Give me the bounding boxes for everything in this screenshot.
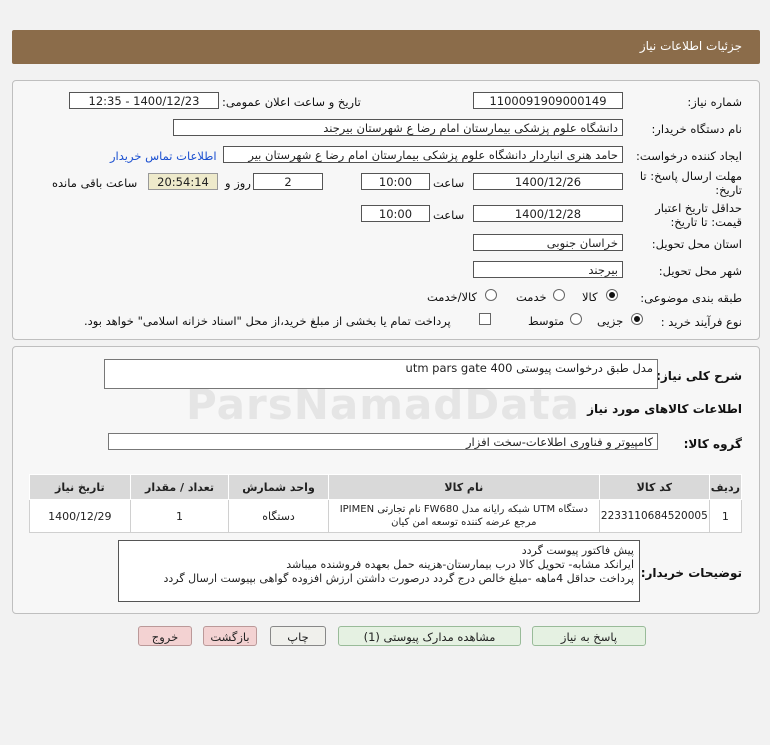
creator-field: حامد هنری انباردار دانشگاه علوم پزشکی بی… <box>223 146 623 163</box>
category-option-goods-service: کالا/خدمت <box>427 290 478 304</box>
process-option-medium: متوسط <box>528 314 565 328</box>
city-field: بیرجند <box>473 261 623 278</box>
validity-label-line2: قیمت: تا تاریخ: <box>670 215 742 229</box>
days-field: 2 <box>253 173 323 190</box>
deadline-time-field: 10:00 <box>361 173 430 190</box>
buyer-field: دانشگاه علوم پزشکی بیمارستان امام رضا ع … <box>173 119 623 136</box>
col-name: نام کالا <box>327 474 600 500</box>
announce-label: تاریخ و ساعت اعلان عمومی: <box>222 95 361 109</box>
reply-button[interactable]: پاسخ به نیاز <box>532 626 646 646</box>
deadline-date-field: 1400/12/26 <box>473 173 623 190</box>
need-number-field: 1100091909000149 <box>473 92 623 109</box>
process-radio-minor[interactable] <box>631 313 643 325</box>
back-button[interactable]: بازگشت <box>203 626 257 646</box>
remaining-time-field: 20:54:14 <box>148 173 218 190</box>
validity-time-label: ساعت <box>433 208 465 222</box>
print-button[interactable]: چاپ <box>270 626 326 646</box>
page-header: جزئیات اطلاعات نیاز <box>12 30 760 64</box>
cell-qty: 1 <box>129 499 230 533</box>
province-label: استان محل تحویل: <box>651 237 742 251</box>
col-unit: واحد شمارش <box>228 474 329 500</box>
validity-label: حداقل تاریخ اعتبار قیمت: تا تاریخ: <box>655 201 742 229</box>
cell-code: 2233110684520005 <box>598 499 710 533</box>
buyer-note-line: پیش فاکتور پیوست گردد <box>521 544 634 557</box>
deadline-label-line2: تاریخ: <box>715 183 742 197</box>
validity-date-field: 1400/12/28 <box>473 205 623 222</box>
col-code: کد کالا <box>598 474 710 500</box>
validity-label-line1: حداقل تاریخ اعتبار <box>655 201 742 215</box>
summary-field: مدل طبق درخواست پیوستی utm pars gate 400 <box>104 359 658 389</box>
buyer-note-line: پرداخت حداقل 4ماهه -مبلغ خالص درج گردد د… <box>163 572 635 585</box>
goods-info-title: اطلاعات کالاهای مورد نیاز <box>587 402 742 416</box>
page-title: جزئیات اطلاعات نیاز <box>639 39 742 53</box>
announce-field: 1400/12/23 - 12:35 <box>69 92 219 109</box>
treasury-note: پرداخت تمام یا بخشی از مبلغ خرید،از محل … <box>84 314 451 328</box>
category-label: طبقه بندی موضوعی: <box>640 291 742 305</box>
category-option-service: خدمت <box>516 290 547 304</box>
need-number-label: شماره نیاز: <box>687 95 742 109</box>
deadline-label-line1: مهلت ارسال پاسخ: تا <box>639 169 742 183</box>
summary-label: شرح کلی نیاز: <box>656 369 742 383</box>
process-radio-medium[interactable] <box>570 313 582 325</box>
goods-table-header: ردیف کد کالا نام کالا واحد شمارش تعداد /… <box>29 474 743 500</box>
days-label: روز و <box>225 176 251 190</box>
cell-name: دستگاه UTM شبکه رایانه مدل FW680 نام تجا… <box>327 499 600 533</box>
category-option-goods: کالا <box>582 290 598 304</box>
buyer-label: نام دستگاه خریدار: <box>651 122 742 136</box>
buyer-notes-box: پیش فاکتور پیوست گردد ایرانکد مشابه- تحو… <box>118 540 640 602</box>
view-attachments-button[interactable]: مشاهده مدارک پیوستی (1) <box>338 626 521 646</box>
buyer-note-line: ایرانکد مشابه- تحویل کالا درب بیمارستان-… <box>286 558 634 571</box>
cell-name-line1: دستگاه UTM شبکه رایانه مدل FW680 نام تجا… <box>339 504 588 515</box>
creator-label: ایجاد کننده درخواست: <box>636 149 742 163</box>
exit-button[interactable]: خروج <box>138 626 192 646</box>
cell-unit: دستگاه <box>228 499 329 533</box>
category-radio-goods[interactable] <box>606 289 618 301</box>
goods-table: ردیف کد کالا نام کالا واحد شمارش تعداد /… <box>29 474 743 533</box>
table-row: 1 2233110684520005 دستگاه UTM شبکه رایان… <box>29 499 743 533</box>
group-label: گروه کالا: <box>683 437 742 451</box>
province-field: خراسان جنوبی <box>473 234 623 251</box>
validity-time-field: 10:00 <box>361 205 430 222</box>
buyer-contact-link[interactable]: اطلاعات تماس خریدار <box>110 149 217 163</box>
deadline-time-label: ساعت <box>433 176 465 190</box>
treasury-checkbox[interactable] <box>479 313 491 325</box>
group-field: کامپیوتر و فناوری اطلاعات-سخت افزار <box>108 433 658 450</box>
col-qty: تعداد / مقدار <box>129 474 230 500</box>
category-radio-service[interactable] <box>553 289 565 301</box>
process-label: نوع فرآیند خرید : <box>660 315 742 329</box>
cell-name-line2: مرجع عرضه کننده توسعه امن کیان <box>391 517 537 528</box>
buyer-notes-label: توضیحات خریدار: <box>640 566 742 580</box>
process-option-minor: جزیی <box>597 314 624 328</box>
category-radio-goods-service[interactable] <box>485 289 497 301</box>
deadline-label: مهلت ارسال پاسخ: تا تاریخ: <box>640 169 742 197</box>
remaining-label: ساعت باقی مانده <box>52 176 138 190</box>
col-row: ردیف <box>708 474 743 500</box>
city-label: شهر محل تحویل: <box>658 264 742 278</box>
cell-row: 1 <box>708 499 743 533</box>
col-date: تاریخ نیاز <box>29 474 131 500</box>
cell-date: 1400/12/29 <box>29 499 131 533</box>
